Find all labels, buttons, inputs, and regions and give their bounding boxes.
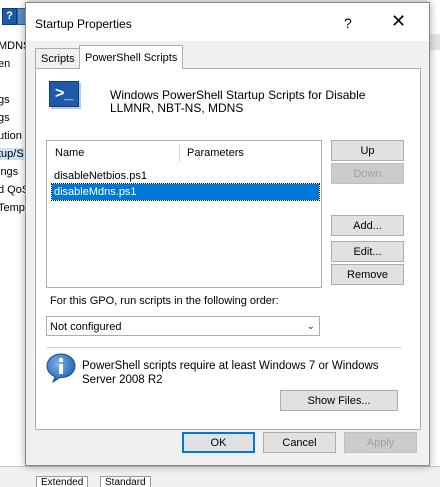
tree-item[interactable]: ution	[0, 130, 22, 142]
tree-item[interactable]: MDNS	[0, 40, 28, 52]
background-scroll-element	[430, 34, 440, 50]
divider	[46, 347, 402, 348]
script-list[interactable]: Name Parameters disableNetbios.ps1 disab…	[46, 140, 322, 288]
up-button[interactable]: Up	[331, 140, 404, 161]
help-icon[interactable]: ?	[2, 8, 17, 25]
edit-button-label: Edit...	[353, 246, 382, 258]
remove-button[interactable]: Remove	[331, 264, 404, 285]
tree-item-selected[interactable]: tup/S	[0, 148, 24, 160]
run-order-value: Not configured	[50, 321, 122, 333]
add-button[interactable]: Add...	[331, 215, 404, 236]
column-divider	[179, 144, 180, 162]
down-button[interactable]: Down	[331, 163, 404, 184]
up-button-label: Up	[360, 145, 375, 157]
info-icon	[46, 353, 76, 384]
tree-item[interactable]: Temp	[0, 202, 25, 214]
tab-powershell-scripts[interactable]: PowerShell Scripts	[79, 45, 184, 69]
background-bottom-tabs: Extended Standard	[0, 466, 440, 487]
help-button[interactable]: ?	[344, 15, 352, 31]
edit-button[interactable]: Edit...	[331, 241, 404, 262]
column-header-parameters[interactable]: Parameters	[187, 141, 244, 165]
down-button-label: Down	[353, 168, 382, 180]
tree-item[interactable]: en	[0, 58, 10, 70]
script-row-selected[interactable]: disableMdns.ps1	[51, 183, 320, 201]
add-button-label: Add...	[353, 220, 382, 232]
chevron-down-icon[interactable]: ⌄	[307, 317, 315, 337]
run-order-label: For this GPO, run scripts in the followi…	[50, 295, 279, 307]
title-bar: Startup Properties ? ✕	[26, 3, 429, 41]
cancel-button[interactable]: Cancel	[263, 432, 336, 453]
tree-item[interactable]: d QoS	[0, 184, 28, 196]
run-order-select[interactable]: Not configured ⌄	[46, 316, 320, 336]
requirements-note: PowerShell scripts require at least Wind…	[82, 360, 379, 386]
ok-button[interactable]: OK	[182, 432, 255, 453]
column-header-name[interactable]: Name	[55, 141, 84, 165]
startup-properties-dialog: Startup Properties ? ✕ Scripts PowerShel…	[25, 2, 430, 466]
tree-item[interactable]: ings	[0, 166, 18, 178]
apply-button-label: Apply	[366, 437, 395, 449]
apply-button[interactable]: Apply	[344, 432, 417, 453]
cancel-button-label: Cancel	[282, 437, 317, 449]
tab-scripts[interactable]: Scripts	[35, 48, 81, 69]
panel-description: Windows PowerShell Startup Scripts for D…	[110, 88, 366, 115]
powershell-icon: >_	[49, 81, 79, 107]
ok-button-label: OK	[210, 437, 227, 449]
show-files-label: Show Files...	[307, 395, 371, 407]
script-row[interactable]: disableNetbios.ps1	[52, 168, 319, 184]
tree-item[interactable]: gs	[0, 112, 10, 124]
show-files-button[interactable]: Show Files...	[280, 390, 398, 411]
dialog-title: Startup Properties	[35, 17, 132, 31]
tree-item[interactable]: gs	[0, 94, 10, 106]
background-window-tree: ? MDNS en gs gs ution tup/S ings d QoS T…	[0, 0, 28, 482]
close-button[interactable]: ✕	[391, 12, 406, 30]
remove-button-label: Remove	[347, 269, 388, 281]
